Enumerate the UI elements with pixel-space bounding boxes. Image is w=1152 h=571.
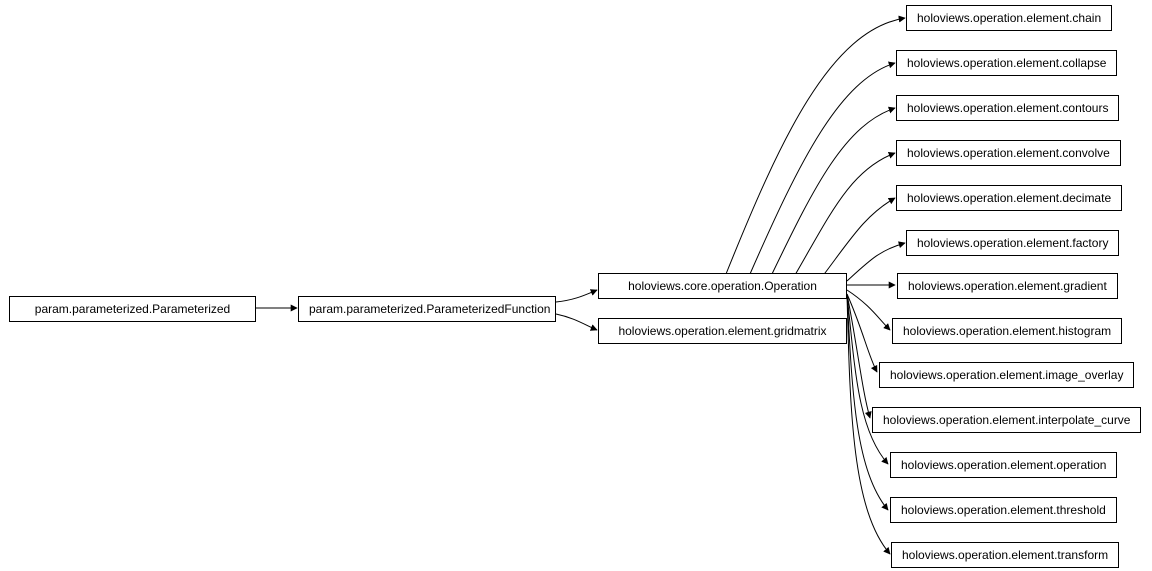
node-label: holoviews.operation.element.convolve bbox=[907, 146, 1110, 160]
node-label: holoviews.operation.element.operation bbox=[901, 458, 1106, 472]
node-decimate[interactable]: holoviews.operation.element.decimate bbox=[896, 185, 1122, 211]
node-factory[interactable]: holoviews.operation.element.factory bbox=[906, 230, 1119, 256]
node-label: holoviews.core.operation.Operation bbox=[628, 279, 817, 293]
node-label: holoviews.operation.element.contours bbox=[907, 101, 1108, 115]
node-label: holoviews.operation.element.histogram bbox=[903, 324, 1111, 338]
node-core-operation[interactable]: holoviews.core.operation.Operation bbox=[598, 273, 847, 299]
node-label: holoviews.operation.element.collapse bbox=[907, 56, 1106, 70]
node-label: holoviews.operation.element.factory bbox=[917, 236, 1108, 250]
node-label: holoviews.operation.element.chain bbox=[917, 11, 1101, 25]
node-transform[interactable]: holoviews.operation.element.transform bbox=[891, 542, 1119, 568]
node-histogram[interactable]: holoviews.operation.element.histogram bbox=[892, 318, 1122, 344]
node-operation[interactable]: holoviews.operation.element.operation bbox=[890, 452, 1117, 478]
node-label: holoviews.operation.element.interpolate_… bbox=[883, 413, 1130, 427]
node-chain[interactable]: holoviews.operation.element.chain bbox=[906, 5, 1112, 31]
node-threshold[interactable]: holoviews.operation.element.threshold bbox=[890, 497, 1117, 523]
node-gradient[interactable]: holoviews.operation.element.gradient bbox=[897, 273, 1118, 299]
node-label: holoviews.operation.element.threshold bbox=[901, 503, 1106, 517]
node-convolve[interactable]: holoviews.operation.element.convolve bbox=[896, 140, 1121, 166]
node-param-parameterized[interactable]: param.parameterized.Parameterized bbox=[9, 296, 256, 322]
node-interpolate-curve[interactable]: holoviews.operation.element.interpolate_… bbox=[872, 407, 1141, 433]
node-label: holoviews.operation.element.decimate bbox=[907, 191, 1111, 205]
node-label: param.parameterized.ParameterizedFunctio… bbox=[309, 302, 550, 316]
node-contours[interactable]: holoviews.operation.element.contours bbox=[896, 95, 1119, 121]
node-collapse[interactable]: holoviews.operation.element.collapse bbox=[896, 50, 1117, 76]
node-label: holoviews.operation.element.transform bbox=[902, 548, 1108, 562]
node-gridmatrix[interactable]: holoviews.operation.element.gridmatrix bbox=[598, 318, 847, 344]
node-image-overlay[interactable]: holoviews.operation.element.image_overla… bbox=[879, 362, 1134, 388]
node-label: param.parameterized.Parameterized bbox=[35, 302, 230, 316]
node-label: holoviews.operation.element.image_overla… bbox=[890, 368, 1123, 382]
node-param-parameterized-function[interactable]: param.parameterized.ParameterizedFunctio… bbox=[298, 296, 556, 322]
node-label: holoviews.operation.element.gradient bbox=[908, 279, 1107, 293]
node-label: holoviews.operation.element.gridmatrix bbox=[618, 324, 826, 338]
